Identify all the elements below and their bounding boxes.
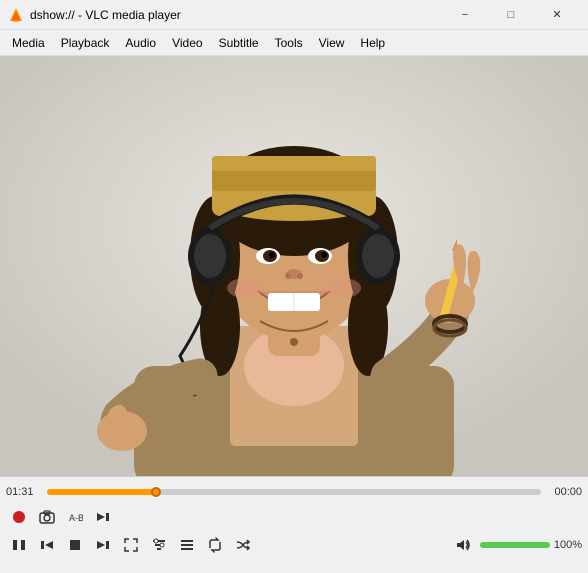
volume-area: 100% — [450, 533, 582, 557]
playlist-button[interactable] — [174, 533, 200, 557]
window-controls: − □ ✕ — [442, 0, 580, 30]
loop-ab-button[interactable]: A-B — [62, 505, 88, 529]
stop-button[interactable] — [62, 533, 88, 557]
fullscreen-button[interactable] — [118, 533, 144, 557]
progress-bar[interactable] — [47, 489, 541, 495]
record-button[interactable] — [6, 505, 32, 529]
close-button[interactable]: ✕ — [534, 0, 580, 30]
menu-media[interactable]: Media — [4, 32, 53, 54]
timeline-row: 01:31 00:00 — [4, 479, 584, 503]
menu-tools[interactable]: Tools — [267, 32, 311, 54]
extended-button[interactable] — [146, 533, 172, 557]
video-area[interactable] — [0, 56, 588, 476]
title-bar: dshow:// - VLC media player − □ ✕ — [0, 0, 588, 30]
play-pause-button[interactable] — [6, 533, 32, 557]
progress-handle[interactable] — [151, 487, 161, 497]
video-content — [0, 56, 588, 476]
maximize-button[interactable]: □ — [488, 0, 534, 30]
svg-text:A-B: A-B — [69, 513, 83, 523]
menu-playback[interactable]: Playback — [53, 32, 118, 54]
menu-subtitle[interactable]: Subtitle — [211, 32, 267, 54]
snapshot-button[interactable] — [34, 505, 60, 529]
random-button[interactable] — [230, 533, 256, 557]
menu-view[interactable]: View — [311, 32, 353, 54]
menu-bar: Media Playback Audio Video Subtitle Tool… — [0, 30, 588, 56]
volume-fill — [480, 542, 550, 548]
frame-step-button[interactable] — [90, 505, 116, 529]
volume-icon-button[interactable] — [450, 533, 476, 557]
menu-help[interactable]: Help — [352, 32, 393, 54]
current-time: 01:31 — [6, 486, 41, 498]
progress-fill — [47, 489, 156, 495]
menu-video[interactable]: Video — [164, 32, 210, 54]
volume-label: 100% — [554, 539, 582, 551]
prev-button[interactable] — [34, 533, 60, 557]
controls-row-1: A-B — [4, 503, 584, 531]
next-button[interactable] — [90, 533, 116, 557]
window-title: dshow:// - VLC media player — [30, 8, 442, 22]
remaining-time: 00:00 — [547, 486, 582, 498]
minimize-button[interactable]: − — [442, 0, 488, 30]
controls-row-2: 100% — [4, 531, 584, 559]
repeat-button[interactable] — [202, 533, 228, 557]
volume-bar[interactable] — [480, 542, 550, 548]
app-icon — [8, 7, 24, 23]
menu-audio[interactable]: Audio — [117, 32, 164, 54]
controls-area: 01:31 00:00 A-B — [0, 476, 588, 563]
